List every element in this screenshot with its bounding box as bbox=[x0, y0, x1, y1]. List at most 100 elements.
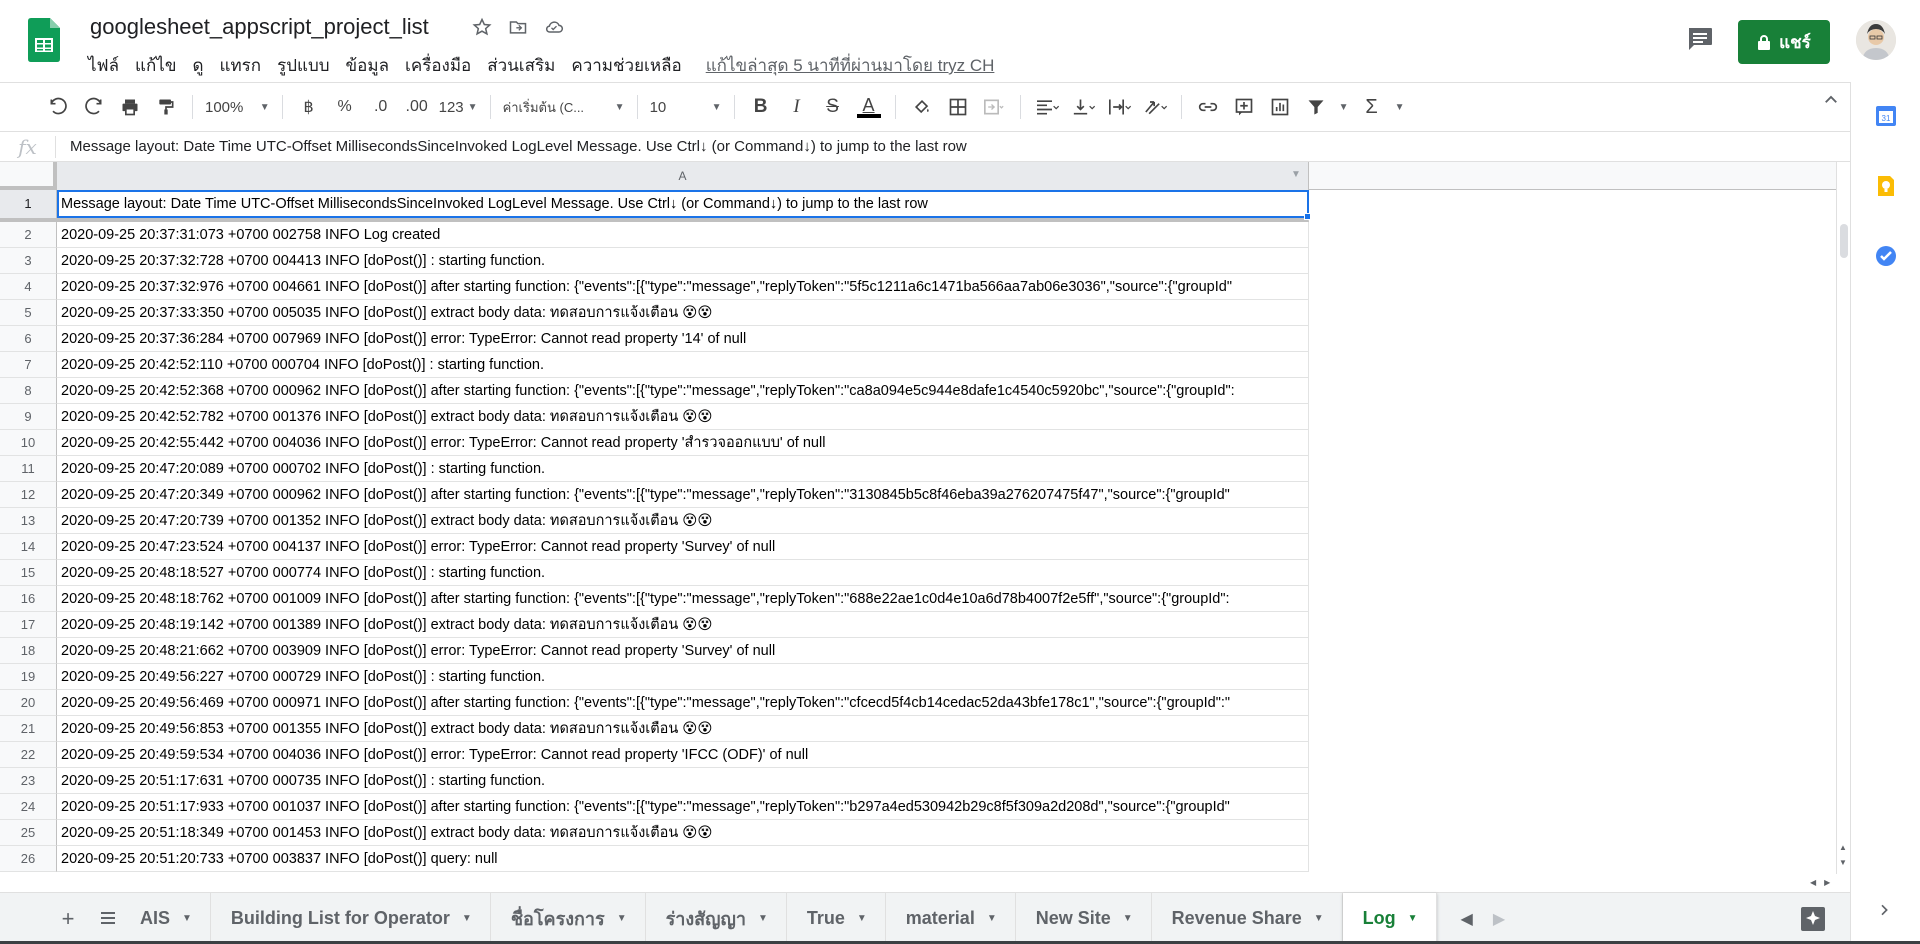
row-header[interactable]: 6 bbox=[0, 326, 57, 352]
row-header[interactable]: 10 bbox=[0, 430, 57, 456]
grid-cell[interactable]: 2020-09-25 20:37:32:976 +0700 004661 INF… bbox=[57, 274, 1309, 300]
grid-cell[interactable]: 2020-09-25 20:47:20:089 +0700 000702 INF… bbox=[57, 456, 1309, 482]
row-header[interactable]: 9 bbox=[0, 404, 57, 430]
document-title[interactable]: googlesheet_appscript_project_list bbox=[90, 14, 429, 40]
text-wrap-icon[interactable] bbox=[1103, 91, 1135, 123]
row-header[interactable]: 14 bbox=[0, 534, 57, 560]
select-all-corner[interactable] bbox=[0, 162, 57, 190]
bold-button[interactable]: B bbox=[745, 91, 777, 123]
row-header[interactable]: 19 bbox=[0, 664, 57, 690]
chevron-down-icon[interactable]: ▼ bbox=[1123, 913, 1133, 924]
formula-input[interactable]: Message layout: Date Time UTC-Offset Mil… bbox=[56, 138, 967, 155]
keep-icon[interactable] bbox=[1874, 174, 1898, 198]
row-header[interactable]: 4 bbox=[0, 274, 57, 300]
row-header[interactable]: 16 bbox=[0, 586, 57, 612]
sheet-tab[interactable]: ชื่อโครงการ ▼ bbox=[491, 892, 646, 944]
percent-format-button[interactable]: % bbox=[329, 91, 361, 123]
vertical-align-icon[interactable] bbox=[1067, 91, 1099, 123]
menu-view[interactable]: ดู bbox=[184, 50, 211, 81]
grid-cell[interactable]: 2020-09-25 20:51:18:349 +0700 001453 INF… bbox=[57, 820, 1309, 846]
grid-cell[interactable]: 2020-09-25 20:47:23:524 +0700 004137 INF… bbox=[57, 534, 1309, 560]
insert-comment-icon[interactable] bbox=[1228, 91, 1260, 123]
row-header[interactable]: 12 bbox=[0, 482, 57, 508]
redo-icon[interactable] bbox=[78, 91, 110, 123]
chevron-down-icon[interactable]: ▼ bbox=[987, 913, 997, 924]
text-rotation-icon[interactable] bbox=[1139, 91, 1171, 123]
grid-cell[interactable]: 2020-09-25 20:47:20:349 +0700 000962 INF… bbox=[57, 482, 1309, 508]
show-side-panel-icon[interactable] bbox=[1876, 898, 1892, 924]
strikethrough-button[interactable]: S bbox=[817, 91, 849, 123]
row-header[interactable]: 25 bbox=[0, 820, 57, 846]
grid-cell[interactable]: 2020-09-25 20:42:52:368 +0700 000962 INF… bbox=[57, 378, 1309, 404]
insert-chart-icon[interactable] bbox=[1264, 91, 1296, 123]
menu-tools[interactable]: เครื่องมือ bbox=[397, 50, 479, 81]
row-header[interactable]: 18 bbox=[0, 638, 57, 664]
row-header[interactable]: 15 bbox=[0, 560, 57, 586]
sheet-tab[interactable]: AIS ▼ bbox=[126, 892, 211, 944]
sheet-tab[interactable]: Building List for Operator ▼ bbox=[211, 892, 491, 944]
collapse-menus-icon[interactable] bbox=[1822, 91, 1840, 114]
row-header[interactable]: 22 bbox=[0, 742, 57, 768]
grid-cell[interactable]: 2020-09-25 20:48:21:662 +0700 003909 INF… bbox=[57, 638, 1309, 664]
paint-format-icon[interactable] bbox=[150, 91, 182, 123]
row-header[interactable]: 8 bbox=[0, 378, 57, 404]
grid-cell[interactable]: 2020-09-25 20:49:56:227 +0700 000729 INF… bbox=[57, 664, 1309, 690]
row-header[interactable]: 1 bbox=[0, 190, 57, 222]
sheet-tab[interactable]: ร่างสัญญา ▼ bbox=[646, 892, 787, 944]
row-header[interactable]: 23 bbox=[0, 768, 57, 794]
grid-cell[interactable]: 2020-09-25 20:48:19:142 +0700 001389 INF… bbox=[57, 612, 1309, 638]
grid-cell[interactable]: 2020-09-25 20:51:17:933 +0700 001037 INF… bbox=[57, 794, 1309, 820]
column-menu-icon[interactable]: ▼ bbox=[1290, 170, 1302, 180]
font-select[interactable]: ค่าเริ่มต้น (C... ▼ bbox=[499, 97, 629, 118]
sheet-tab[interactable]: New Site ▼ bbox=[1016, 892, 1152, 944]
sheet-tab[interactable]: Revenue Share ▼ bbox=[1152, 892, 1343, 944]
explore-icon[interactable] bbox=[1800, 906, 1826, 932]
functions-icon[interactable]: Σ bbox=[1356, 91, 1388, 123]
comment-icon[interactable] bbox=[1686, 26, 1714, 52]
italic-button[interactable]: I bbox=[781, 91, 813, 123]
row-header[interactable]: 11 bbox=[0, 456, 57, 482]
functions-chevron-icon[interactable]: ▼ bbox=[1392, 91, 1408, 123]
menu-data[interactable]: ข้อมูล bbox=[338, 50, 397, 81]
chevron-down-icon[interactable]: ▼ bbox=[857, 913, 867, 924]
chevron-down-icon[interactable]: ▼ bbox=[182, 913, 192, 924]
share-button[interactable]: แชร์ bbox=[1738, 20, 1830, 64]
grid-cell[interactable]: 2020-09-25 20:48:18:762 +0700 001009 INF… bbox=[57, 586, 1309, 612]
grid-cell[interactable]: 2020-09-25 20:37:31:073 +0700 002758 INF… bbox=[57, 222, 1309, 248]
move-to-folder-icon[interactable] bbox=[506, 15, 530, 39]
menu-addons[interactable]: ส่วนเสริม bbox=[479, 50, 563, 81]
chevron-down-icon[interactable]: ▼ bbox=[1314, 913, 1324, 924]
row-header[interactable]: 2 bbox=[0, 222, 57, 248]
insert-link-icon[interactable] bbox=[1192, 91, 1224, 123]
row-header[interactable]: 24 bbox=[0, 794, 57, 820]
currency-format-button[interactable]: ฿ bbox=[293, 91, 325, 123]
sheet-tab[interactable]: True ▼ bbox=[787, 892, 886, 944]
menu-help[interactable]: ความช่วยเหลือ bbox=[563, 50, 689, 81]
tab-scroll-left-icon[interactable]: ◀ bbox=[1461, 909, 1473, 929]
star-icon[interactable] bbox=[470, 15, 494, 39]
tasks-icon[interactable] bbox=[1874, 244, 1898, 268]
text-color-button[interactable]: A bbox=[853, 91, 885, 123]
row-header[interactable]: 21 bbox=[0, 716, 57, 742]
scroll-right-icon[interactable]: ▶ bbox=[1824, 878, 1830, 887]
vertical-scrollbar[interactable]: ▲ ▼ bbox=[1836, 162, 1850, 874]
grid-cell[interactable]: 2020-09-25 20:42:52:782 +0700 001376 INF… bbox=[57, 404, 1309, 430]
calendar-icon[interactable]: 31 bbox=[1874, 104, 1898, 128]
more-formats-select[interactable]: 123 ▼ bbox=[435, 99, 482, 116]
grid-cell[interactable]: 2020-09-25 20:37:36:284 +0700 007969 INF… bbox=[57, 326, 1309, 352]
tab-scroll-right-icon[interactable]: ▶ bbox=[1493, 909, 1505, 929]
add-sheet-icon[interactable]: + bbox=[50, 906, 86, 932]
grid-cell[interactable]: Message layout: Date Time UTC-Offset Mil… bbox=[57, 190, 1309, 222]
chevron-down-icon[interactable]: ▼ bbox=[462, 913, 472, 924]
grid-cell[interactable]: 2020-09-25 20:42:55:442 +0700 004036 INF… bbox=[57, 430, 1309, 456]
scroll-down-icon[interactable]: ▼ bbox=[1839, 858, 1847, 867]
row-header[interactable]: 17 bbox=[0, 612, 57, 638]
grid-cell[interactable]: 2020-09-25 20:37:32:728 +0700 004413 INF… bbox=[57, 248, 1309, 274]
menu-edit[interactable]: แก้ไข bbox=[127, 50, 184, 81]
scroll-up-icon[interactable]: ▲ bbox=[1839, 843, 1847, 852]
borders-icon[interactable] bbox=[942, 91, 974, 123]
scroll-left-icon[interactable]: ◀ bbox=[1810, 878, 1816, 887]
chevron-down-icon[interactable]: ▼ bbox=[617, 913, 627, 924]
grid-cell[interactable]: 2020-09-25 20:47:20:739 +0700 001352 INF… bbox=[57, 508, 1309, 534]
font-size-select[interactable]: 10 ▼ bbox=[646, 99, 726, 116]
